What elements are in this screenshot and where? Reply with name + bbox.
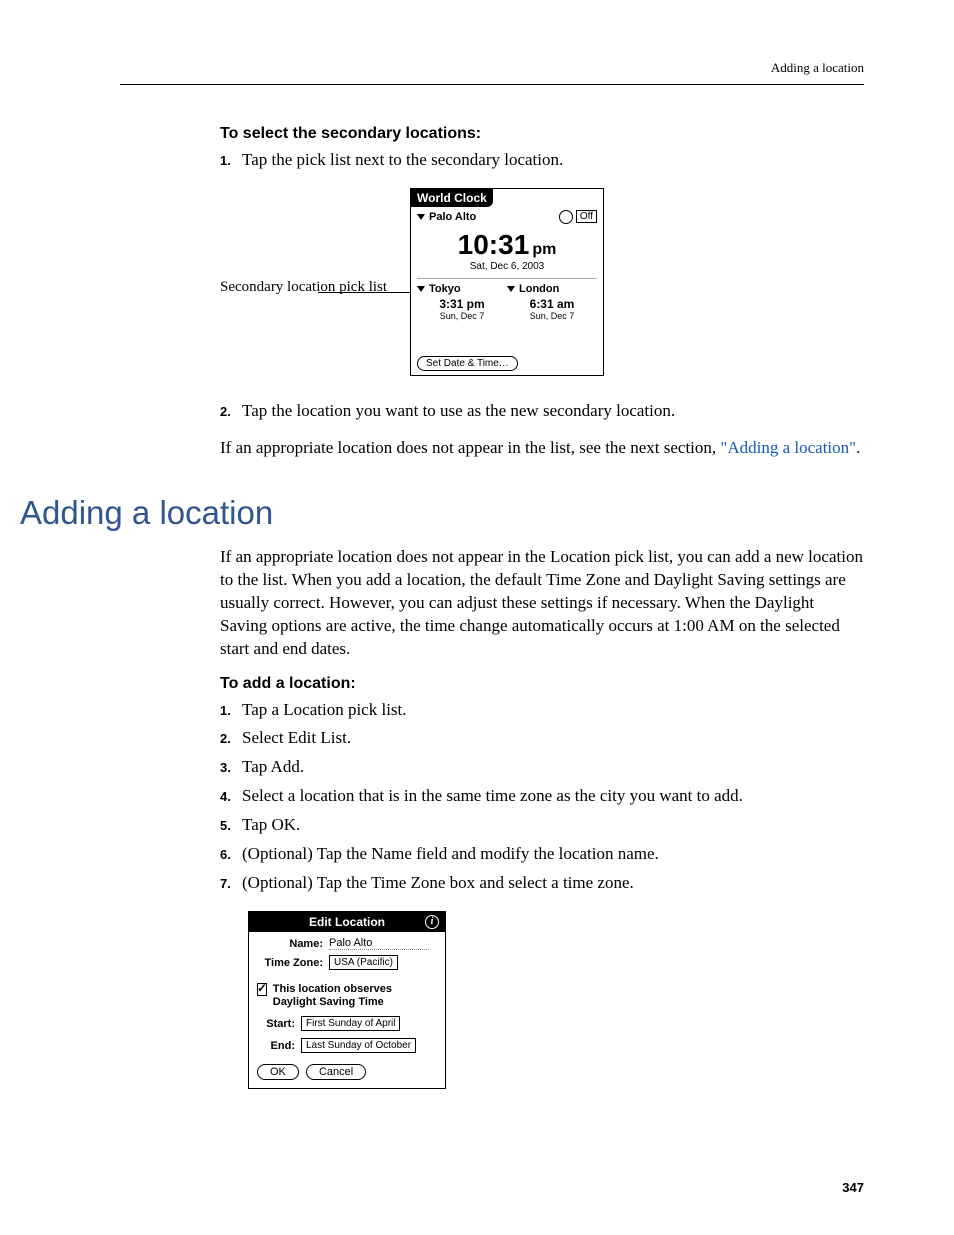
- page-number: 347: [842, 1180, 864, 1195]
- section-heading: Adding a location: [20, 494, 864, 532]
- device-title: World Clock: [411, 189, 493, 207]
- step-item: 6.(Optional) Tap the Name field and modi…: [220, 843, 864, 866]
- secondary-location-picker[interactable]: London: [519, 283, 559, 295]
- alarm-toggle[interactable]: Off: [576, 210, 597, 223]
- name-field[interactable]: Palo Alto: [329, 937, 429, 950]
- figure-edit-location: Edit Locationi Name: Palo Alto Time Zone…: [248, 911, 864, 1089]
- procedure-title-1: To select the secondary locations:: [220, 125, 864, 143]
- step-text: (Optional) Tap the Time Zone box and sel…: [242, 872, 864, 895]
- start-label: Start:: [257, 1018, 295, 1030]
- step-number: 2.: [220, 400, 242, 423]
- secondary-location-picker[interactable]: Tokyo: [429, 283, 461, 295]
- dst-label: This location observes Daylight Saving T…: [273, 983, 437, 1009]
- secondary-date: Sun, Dec 7: [507, 311, 597, 321]
- primary-time: 10:31 pm: [411, 229, 603, 261]
- info-icon[interactable]: i: [425, 915, 439, 929]
- step-text: Select Edit List.: [242, 727, 864, 750]
- primary-location-picker[interactable]: Palo Alto: [429, 211, 476, 223]
- alarm-icon: [559, 210, 573, 224]
- world-clock-screen: World Clock Palo Alto Off 10:31 pm Sat, …: [410, 188, 604, 376]
- step-text: Tap OK.: [242, 814, 864, 837]
- cross-reference-link[interactable]: "Adding a location": [720, 438, 856, 457]
- chevron-down-icon[interactable]: [417, 214, 425, 220]
- timezone-label: Time Zone:: [257, 957, 323, 969]
- step-number: 6.: [220, 843, 242, 866]
- step-item: 2.Tap the location you want to use as th…: [220, 400, 864, 423]
- step-text: Tap a Location pick list.: [242, 699, 864, 722]
- step-number: 3.: [220, 756, 242, 779]
- secondary-time: 3:31 pm: [417, 297, 507, 311]
- chevron-down-icon[interactable]: [417, 286, 425, 292]
- figure-world-clock: Secondary location pick list World Clock…: [220, 188, 864, 378]
- step-number: 2.: [220, 727, 242, 750]
- step-text: Tap Add.: [242, 756, 864, 779]
- body-paragraph: If an appropriate location does not appe…: [220, 437, 864, 460]
- set-date-time-button[interactable]: Set Date & Time…: [417, 356, 518, 371]
- end-label: End:: [257, 1040, 295, 1052]
- callout-leader-line: [318, 292, 410, 293]
- dst-start-selector[interactable]: First Sunday of April: [301, 1016, 400, 1031]
- step-item: 3.Tap Add.: [220, 756, 864, 779]
- step-number: 4.: [220, 785, 242, 808]
- step-item: 1.Tap a Location pick list.: [220, 699, 864, 722]
- step-text: Select a location that is in the same ti…: [242, 785, 864, 808]
- dialog-title: Edit Locationi: [249, 912, 445, 932]
- edit-location-dialog: Edit Locationi Name: Palo Alto Time Zone…: [248, 911, 446, 1089]
- dst-end-selector[interactable]: Last Sunday of October: [301, 1038, 416, 1053]
- callout-label: Secondary location pick list: [220, 278, 387, 298]
- step-number: 5.: [220, 814, 242, 837]
- step-number: 1.: [220, 149, 242, 172]
- chevron-down-icon[interactable]: [507, 286, 515, 292]
- step-text: (Optional) Tap the Name field and modify…: [242, 843, 864, 866]
- ok-button[interactable]: OK: [257, 1064, 299, 1080]
- procedure-title-2: To add a location:: [220, 675, 864, 693]
- cancel-button[interactable]: Cancel: [306, 1064, 366, 1080]
- step-number: 7.: [220, 872, 242, 895]
- secondary-date: Sun, Dec 7: [417, 311, 507, 321]
- running-header: Adding a location: [120, 60, 864, 76]
- secondary-time: 6:31 am: [507, 297, 597, 311]
- primary-date: Sat, Dec 6, 2003: [411, 261, 603, 272]
- step-number: 1.: [220, 699, 242, 722]
- step-item: 7.(Optional) Tap the Time Zone box and s…: [220, 872, 864, 895]
- step-item: 1.Tap the pick list next to the secondar…: [220, 149, 864, 172]
- timezone-selector[interactable]: USA (Pacific): [329, 955, 398, 970]
- name-label: Name:: [257, 938, 323, 950]
- step-text: Tap the pick list next to the secondary …: [242, 149, 864, 172]
- step-text: Tap the location you want to use as the …: [242, 400, 864, 423]
- body-paragraph: If an appropriate location does not appe…: [220, 546, 864, 661]
- step-item: 5.Tap OK.: [220, 814, 864, 837]
- header-rule: [120, 84, 864, 85]
- step-item: 4.Select a location that is in the same …: [220, 785, 864, 808]
- dst-checkbox[interactable]: [257, 983, 267, 996]
- step-item: 2.Select Edit List.: [220, 727, 864, 750]
